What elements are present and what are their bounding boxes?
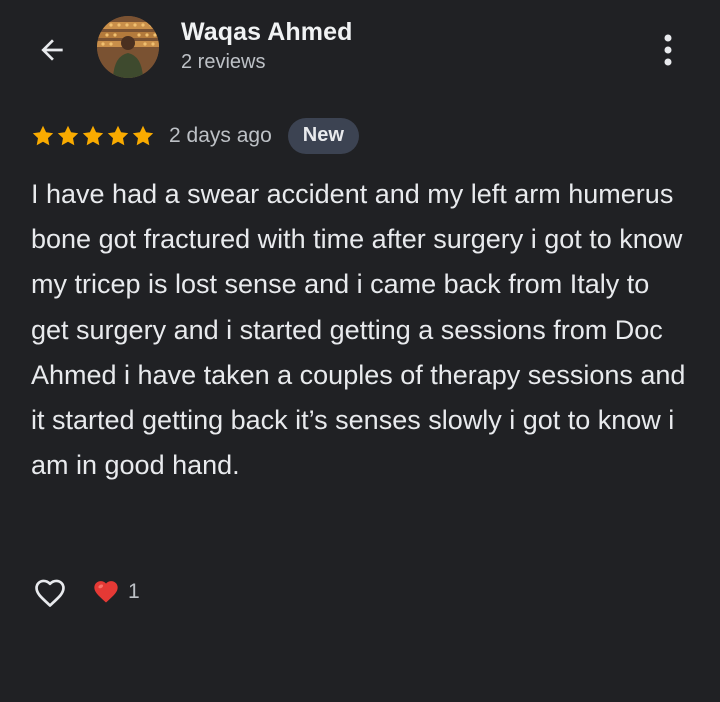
- star-icon: [132, 125, 154, 146]
- review-text: I have had a swear accident and my left …: [31, 179, 686, 481]
- like-button[interactable]: [30, 572, 70, 612]
- more-options-button[interactable]: [650, 28, 686, 72]
- avatar[interactable]: [97, 16, 159, 78]
- avatar-image: [97, 16, 159, 78]
- star-icon: [107, 125, 129, 146]
- more-vert-icon: [664, 34, 672, 66]
- arrow-back-icon: [41, 39, 63, 61]
- review-actions: 1: [30, 570, 140, 614]
- reviewer-name[interactable]: Waqas Ahmed: [181, 18, 353, 47]
- star-icon: [82, 125, 104, 146]
- reaction-count: 1: [128, 580, 140, 603]
- star-rating: [31, 124, 155, 148]
- review-date: 2 days ago: [169, 124, 272, 147]
- rating-row: 2 days ago New: [31, 118, 359, 154]
- new-badge: New: [287, 118, 359, 154]
- back-button[interactable]: [30, 28, 74, 72]
- red-heart-icon: [94, 581, 118, 603]
- reaction-summary[interactable]: 1: [92, 578, 140, 606]
- star-icon: [32, 125, 54, 146]
- heart-outline-icon: [35, 579, 65, 607]
- review-count: 2 reviews: [181, 51, 266, 73]
- star-icon: [57, 125, 79, 146]
